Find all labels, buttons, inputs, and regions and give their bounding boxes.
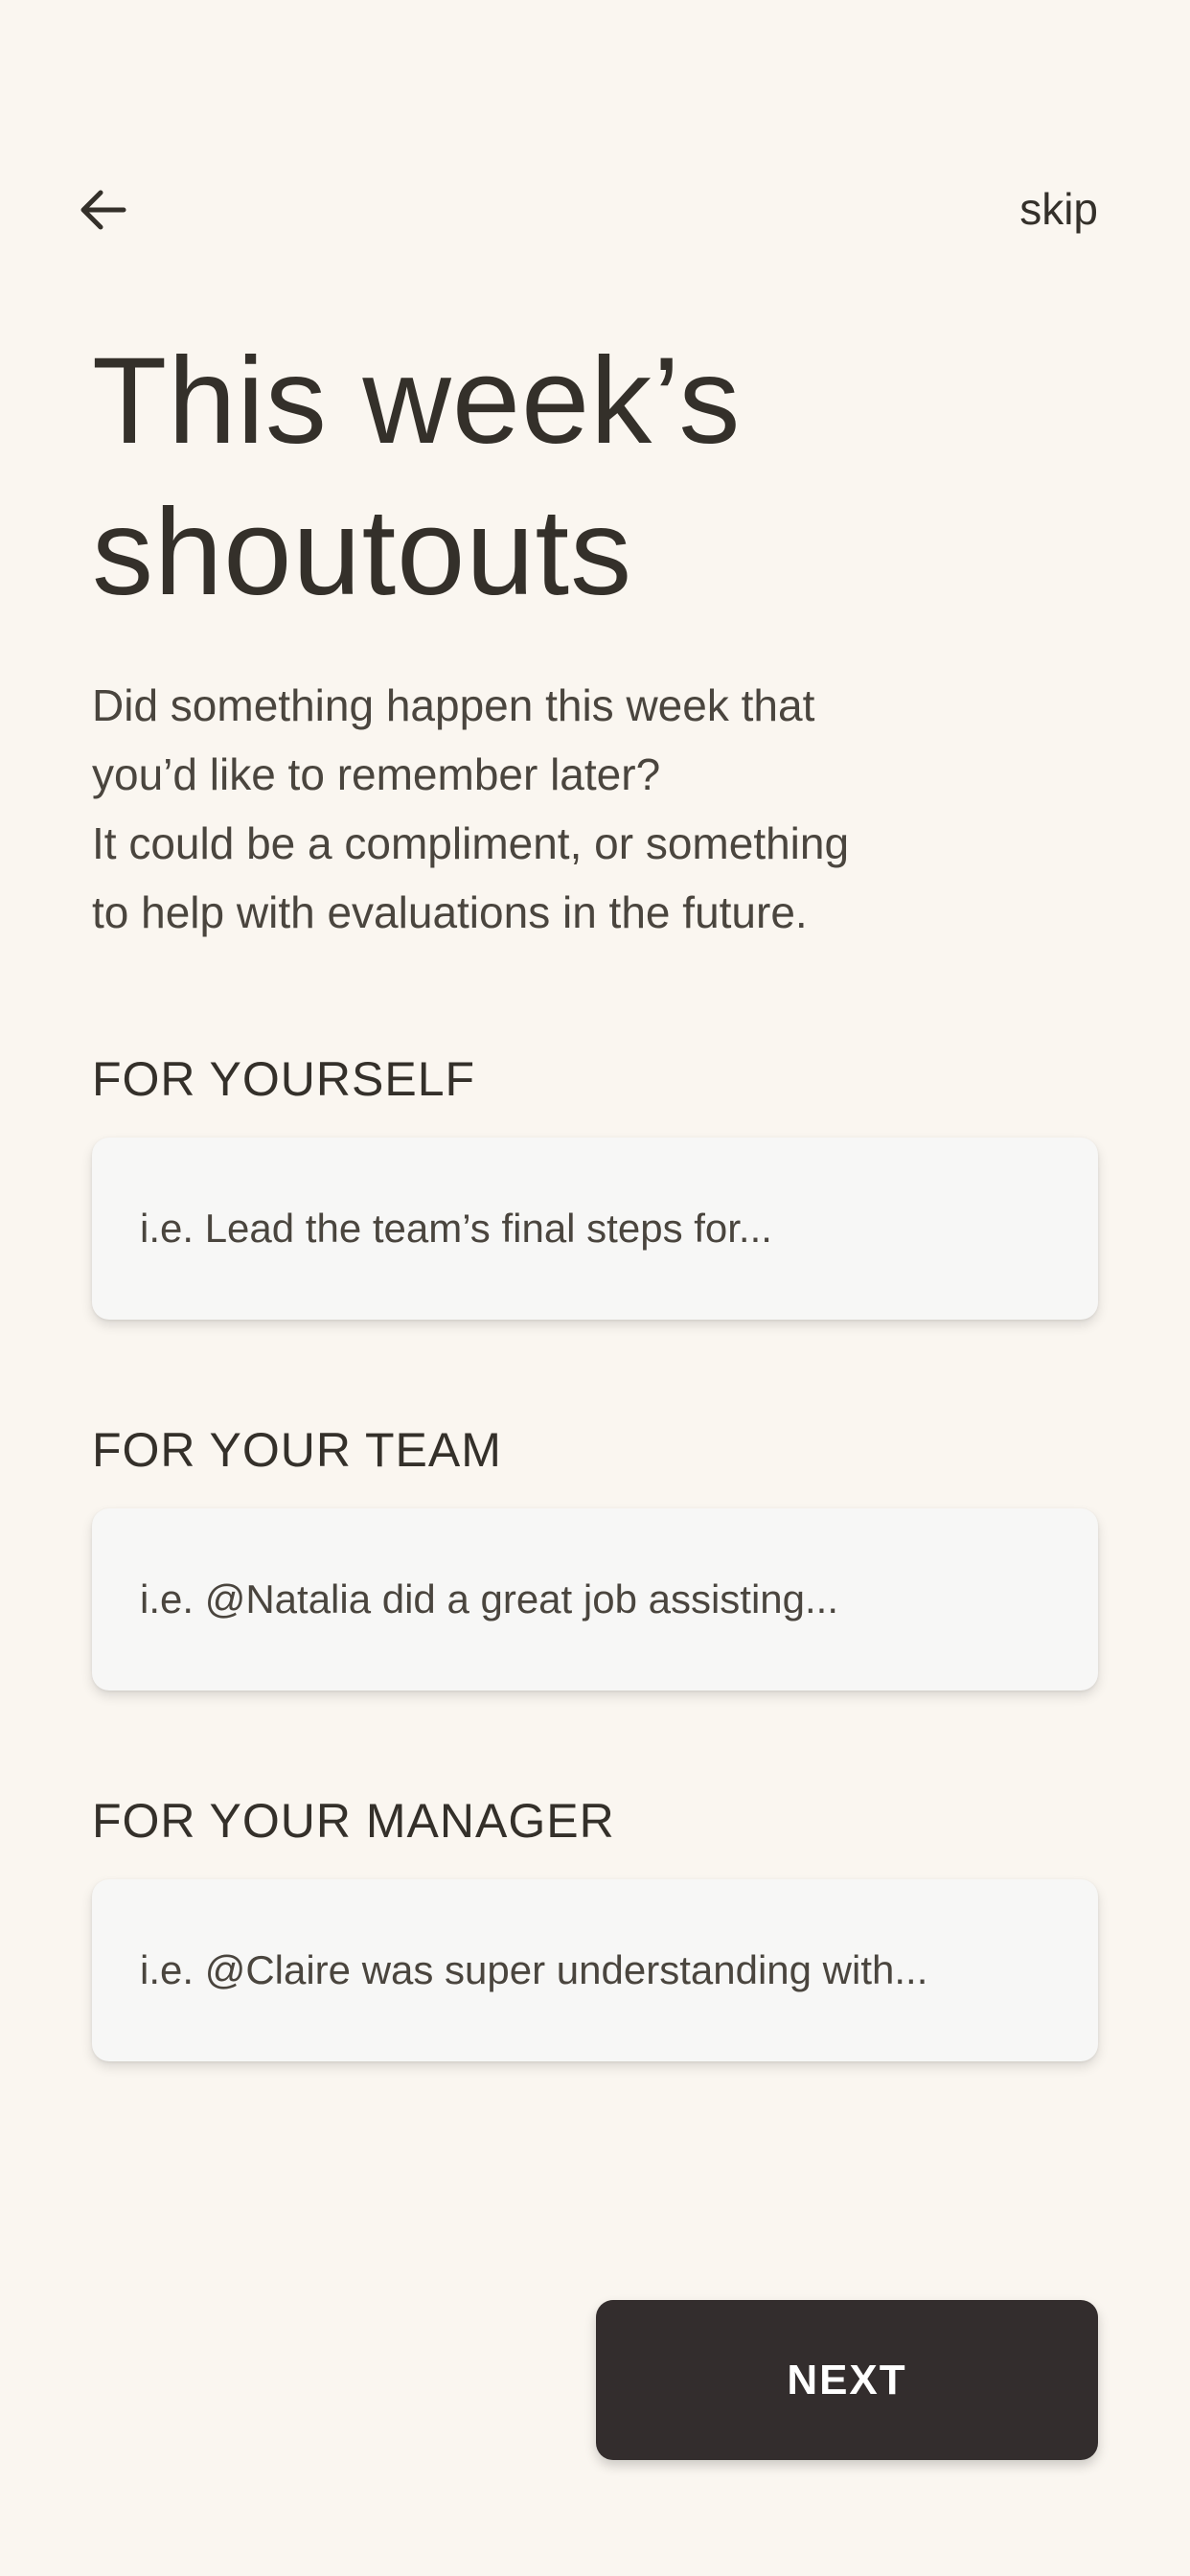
intro-line-2: you’d like to remember later? [92, 749, 661, 799]
intro-line-1: Did something happen this week that [92, 680, 815, 730]
skip-link[interactable]: skip [1019, 178, 1098, 240]
yourself-section-label: FOR YOURSELF [92, 1052, 476, 1106]
page-title-line-2: shoutouts [92, 484, 633, 621]
team-input[interactable] [138, 1576, 1052, 1623]
yourself-field[interactable] [92, 1138, 1098, 1320]
page-title: This week’s shoutouts [92, 326, 1098, 629]
back-button[interactable] [69, 176, 136, 243]
manager-input[interactable] [138, 1946, 1052, 1994]
intro-line-3: It could be a compliment, or something [92, 818, 850, 868]
next-button[interactable]: NEXT [596, 2300, 1098, 2460]
team-field[interactable] [92, 1508, 1098, 1690]
page-title-line-1: This week’s [92, 333, 742, 470]
intro-line-4: to help with evaluations in the future. [92, 887, 808, 937]
yourself-input[interactable] [138, 1205, 1052, 1253]
manager-section-label: FOR YOUR MANAGER [92, 1794, 615, 1848]
manager-field[interactable] [92, 1879, 1098, 2061]
arrow-left-icon [80, 190, 126, 230]
team-section-label: FOR YOUR TEAM [92, 1423, 502, 1477]
intro-text: Did something happen this week that you’… [92, 671, 1098, 947]
